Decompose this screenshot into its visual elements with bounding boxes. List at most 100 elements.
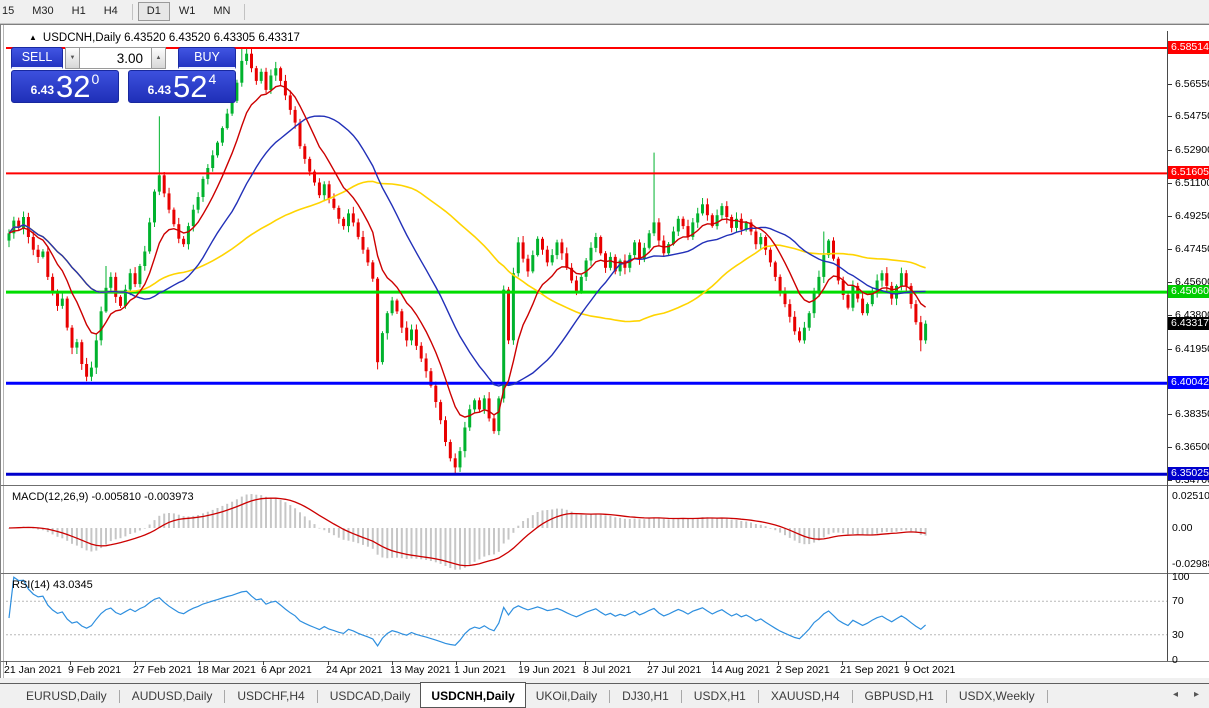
tab-scroll-right-icon[interactable]: ▸: [1194, 689, 1199, 700]
rsi-panel[interactable]: [6, 576, 1167, 660]
panel-separator[interactable]: [1, 573, 1209, 574]
timeframe-button-d1[interactable]: D1: [138, 2, 170, 21]
toolbar-separator: [132, 4, 133, 20]
buy-price-display[interactable]: 6.43524: [128, 70, 236, 103]
sell-price-display[interactable]: 6.43320: [11, 70, 119, 103]
time-axis-label: 9 Feb 2021: [68, 664, 121, 676]
toolbar-separator: [244, 4, 245, 20]
time-axis-label: 27 Feb 2021: [133, 664, 192, 676]
time-axis[interactable]: 21 Jan 2021 9 Feb 2021 27 Feb 2021 18 Mar 2…: [1, 662, 1162, 678]
collapse-icon[interactable]: ▲: [29, 33, 37, 42]
time-axis-label: 21 Jan 2021: [4, 664, 62, 676]
tab-separator: [681, 690, 682, 703]
chart-tab-usdx-weekly[interactable]: USDX,Weekly: [949, 684, 1045, 708]
timeframe-button-15[interactable]: 15: [0, 2, 23, 21]
macd-axis-tick: -0.02988: [1168, 558, 1209, 570]
price-tick: 6.38350: [1168, 408, 1209, 420]
time-axis-label: 14 Aug 2021: [711, 664, 770, 676]
candles-group: [8, 48, 928, 474]
macd-histogram: [8, 494, 927, 570]
support-price-label: 6.45060: [1168, 285, 1209, 298]
time-axis-label: 18 Mar 2021: [197, 664, 256, 676]
time-axis-label: 19 Jun 2021: [518, 664, 576, 676]
tab-separator: [852, 690, 853, 703]
tab-separator: [317, 690, 318, 703]
price-tick: 6.41950: [1168, 343, 1209, 355]
chart-tab-audusd-daily[interactable]: AUDUSD,Daily: [122, 684, 223, 708]
timeframe-button-m30[interactable]: M30: [23, 2, 62, 21]
chart-title[interactable]: ▲ USDCNH,Daily 6.43520 6.43520 6.43305 6.…: [29, 32, 300, 44]
macd-indicator-label: MACD(12,26,9) -0.005810 -0.003973: [12, 491, 194, 503]
chevron-down-icon: ▼: [70, 55, 76, 61]
chart-tabs-bar: EURUSD,DailyAUDUSD,DailyUSDCHF,H4USDCAD,…: [0, 683, 1209, 708]
price-tick: 6.54750: [1168, 110, 1209, 122]
rsi-axis-tick: 0: [1168, 654, 1209, 666]
sell-price-sup: 0: [92, 71, 100, 87]
rsi-axis-tick: 30: [1168, 629, 1209, 641]
sell-price-big: 32: [56, 73, 90, 100]
chart-tab-ukoil-daily[interactable]: UKOil,Daily: [526, 684, 607, 708]
rsi-axis-tick: 100: [1168, 571, 1209, 583]
chart-tab-eurusd-daily[interactable]: EURUSD,Daily: [16, 684, 117, 708]
rsi-line: [9, 577, 926, 646]
tab-separator: [1047, 690, 1048, 703]
chart-tab-usdcad-daily[interactable]: USDCAD,Daily: [320, 684, 421, 708]
timeframe-button-mn[interactable]: MN: [204, 2, 239, 21]
price-axis[interactable]: 6.565506.547506.529006.511006.492506.474…: [1168, 25, 1209, 679]
volume-increase-button[interactable]: ▲: [151, 47, 166, 69]
chart-tab-usdchf-h4[interactable]: USDCHF,H4: [227, 684, 314, 708]
time-axis-label: 24 Apr 2021: [326, 664, 383, 676]
price-tick: 6.36500: [1168, 441, 1209, 453]
tab-separator: [119, 690, 120, 703]
rsi-indicator-label: RSI(14) 43.0345: [12, 579, 93, 591]
sell-button[interactable]: SELL: [11, 47, 63, 69]
chart-tab-xauusd-h4[interactable]: XAUUSD,H4: [761, 684, 850, 708]
panel-separator[interactable]: [1, 485, 1209, 486]
volume-decrease-button[interactable]: ▼: [65, 47, 80, 69]
tab-separator: [224, 690, 225, 703]
chart-tab-usdcnh-daily[interactable]: USDCNH,Daily: [420, 682, 525, 708]
tab-scroll-arrows: ◂ ▸: [1173, 689, 1199, 700]
timeframe-button-w1[interactable]: W1: [170, 2, 205, 21]
ma-25-line: [9, 116, 926, 386]
ma-10-line: [9, 86, 926, 418]
time-axis-label: 21 Sep 2021: [840, 664, 900, 676]
chart-tab-gbpusd-h1[interactable]: GBPUSD,H1: [855, 684, 944, 708]
time-axis-label: 8 Jul 2021: [583, 664, 631, 676]
time-axis-label: 1 Jun 2021: [454, 664, 506, 676]
time-axis-label: 27 Jul 2021: [647, 664, 701, 676]
buy-price-sup: 4: [209, 71, 217, 87]
chevron-up-icon: ▲: [156, 55, 162, 61]
price-tick: 6.49250: [1168, 210, 1209, 222]
buy-price-small: 6.43: [148, 83, 171, 97]
chart-window: ▲ USDCNH,Daily 6.43520 6.43520 6.43305 6.…: [0, 24, 1209, 678]
resistance-price-label: 6.58514: [1168, 41, 1209, 54]
timeframe-button-h4[interactable]: H4: [95, 2, 127, 21]
timeframe-button-h1[interactable]: H1: [63, 2, 95, 21]
support-price-label: 6.40042: [1168, 376, 1209, 389]
tab-scroll-left-icon[interactable]: ◂: [1173, 689, 1178, 700]
macd-axis-tick: 0.00: [1168, 522, 1209, 534]
buy-button[interactable]: BUY: [178, 47, 236, 69]
support-price-label: 6.35025: [1168, 467, 1209, 480]
time-axis-label: 2 Sep 2021: [776, 664, 830, 676]
tab-separator: [609, 690, 610, 703]
price-tick: 6.52900: [1168, 144, 1209, 156]
price-tick: 6.56550: [1168, 78, 1209, 90]
mt4-window: 15M30H1H4D1W1MN ▲USDCNH,Daily 6.43520 6.…: [0, 0, 1209, 708]
chart-tab-usdx-h1[interactable]: USDX,H1: [684, 684, 756, 708]
timeframe-toolbar: 15M30H1H4 D1W1MN: [0, 0, 1209, 24]
time-axis-label: 6 Apr 2021: [261, 664, 312, 676]
macd-signal-line: [9, 498, 926, 565]
chart-tab-dj30-h1[interactable]: DJ30,H1: [612, 684, 679, 708]
sell-price-small: 6.43: [31, 83, 54, 97]
rsi-axis-tick: 70: [1168, 595, 1209, 607]
buy-price-big: 52: [173, 73, 207, 100]
volume-input[interactable]: [80, 47, 151, 69]
chart-title-text: USDCNH,Daily 6.43520 6.43520 6.43305 6.4…: [43, 32, 300, 44]
current-price-label: 6.43317: [1168, 317, 1209, 330]
ma-55-line: [9, 181, 926, 321]
tab-separator: [946, 690, 947, 703]
price-tick: 6.47450: [1168, 243, 1209, 255]
resistance-price-label: 6.51605: [1168, 166, 1209, 179]
